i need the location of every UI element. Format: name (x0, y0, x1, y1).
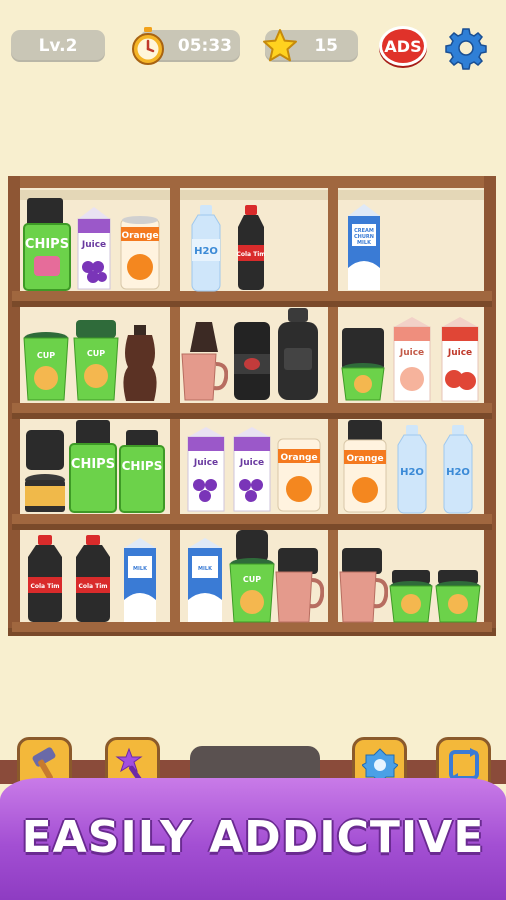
water-bottle-3[interactable]: H2O (436, 425, 480, 514)
orange-can-2[interactable]: Orange (276, 435, 322, 513)
cup-label-2: CUP (87, 349, 105, 358)
chips-label-2: CHIPS (71, 457, 115, 472)
pink-mug-2[interactable] (274, 548, 324, 624)
orange-can-3[interactable]: Orange (342, 420, 388, 514)
sauce-bottle-back[interactable] (184, 322, 224, 352)
chips-bag-3[interactable]: CHIPS (118, 430, 166, 514)
juice-carton-peach[interactable]: Juice (390, 315, 434, 403)
h2o-label: H2O (194, 246, 218, 257)
cola-label: Cola Tim (236, 251, 265, 258)
dark-bottle[interactable] (276, 308, 320, 402)
juice-carton-grape-2[interactable]: Juice (184, 425, 228, 513)
milk-label-b: MILK (133, 566, 148, 572)
juice-label: Juice (81, 240, 106, 250)
cup-label: CUP (37, 351, 55, 360)
chips-label-3: CHIPS (122, 459, 163, 473)
milk-carton[interactable]: CREAM CHURN MILK (344, 202, 384, 292)
cola-label-3: Cola Tim (78, 583, 107, 590)
noodle-cup-stack[interactable]: CUP (72, 320, 120, 402)
ramen-cup[interactable] (340, 362, 386, 402)
chips-bag[interactable]: CHIPS (22, 222, 72, 292)
water-bottle-2[interactable]: H2O (390, 425, 434, 514)
orange-label-3: Orange (346, 454, 383, 464)
juice-carton-grape[interactable]: Juice (74, 205, 114, 291)
energy-can[interactable] (232, 320, 272, 402)
cola-bottle-3[interactable]: Cola Tim (72, 535, 114, 623)
h2o-label-3: H2O (446, 467, 470, 478)
juice-label-apple: Juice (447, 348, 472, 358)
milk-carton-2[interactable]: MILK (120, 536, 160, 624)
milk-label-3: MILK (357, 240, 372, 246)
noodle-cup-2[interactable]: CUP (228, 530, 276, 624)
juice-carton-grape-3[interactable]: Juice (230, 425, 274, 513)
cola-bottle-2[interactable]: Cola Tim (24, 535, 66, 623)
ramen-cup-3[interactable] (434, 570, 482, 624)
water-bottle[interactable]: H2O (184, 205, 228, 292)
juice-label-grape-2: Juice (193, 458, 218, 468)
pink-mug-3[interactable] (338, 548, 388, 624)
juice-label-peach: Juice (399, 348, 424, 358)
chips-label: CHIPS (25, 237, 69, 252)
orange-label: Orange (121, 231, 158, 241)
pink-mug[interactable] (180, 350, 228, 402)
orange-label-2: Orange (280, 453, 317, 463)
promo-tagline: EASILY ADDICTIVE (21, 812, 485, 863)
milk-carton-3[interactable]: MILK (184, 536, 226, 624)
h2o-label-2: H2O (400, 467, 424, 478)
cola-label-2: Cola Tim (30, 583, 59, 590)
orange-can[interactable]: Orange (119, 215, 161, 291)
ramen-cup-2[interactable] (388, 570, 434, 624)
milk-label-c: MILK (198, 566, 213, 572)
dark-can-stack[interactable] (22, 430, 68, 514)
juice-label-grape-3: Juice (239, 458, 264, 468)
noodle-cup[interactable]: CUP (22, 330, 70, 402)
cup-label-3: CUP (243, 575, 261, 584)
cola-bottle[interactable]: Cola Tim (232, 205, 270, 292)
juice-carton-apple[interactable]: Juice (438, 315, 482, 403)
sauce-bottle[interactable] (118, 325, 162, 403)
chips-bag-2[interactable]: CHIPS (68, 420, 118, 514)
